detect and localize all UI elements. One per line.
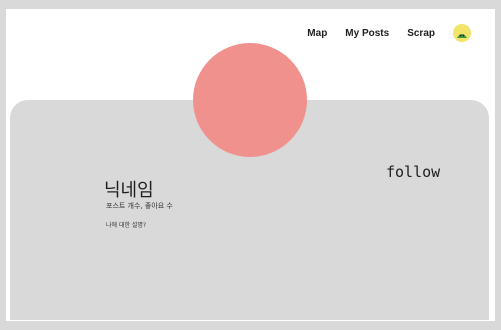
- profile-picture[interactable]: [193, 43, 307, 157]
- follow-button[interactable]: follow: [386, 163, 440, 181]
- user-avatar-icon[interactable]: [453, 24, 471, 42]
- profile-nickname: 닉네임: [104, 180, 154, 201]
- avatar-glyph: [457, 34, 467, 38]
- top-nav: Map My Posts Scrap: [307, 24, 471, 42]
- nav-my-posts-link[interactable]: My Posts: [345, 28, 389, 39]
- profile-stats: 포스트 개수, 좋아요 수: [106, 202, 173, 210]
- nav-scrap-link[interactable]: Scrap: [407, 28, 435, 39]
- nav-map-link[interactable]: Map: [307, 28, 327, 39]
- profile-bio: 나에 대한 설명?: [106, 222, 147, 229]
